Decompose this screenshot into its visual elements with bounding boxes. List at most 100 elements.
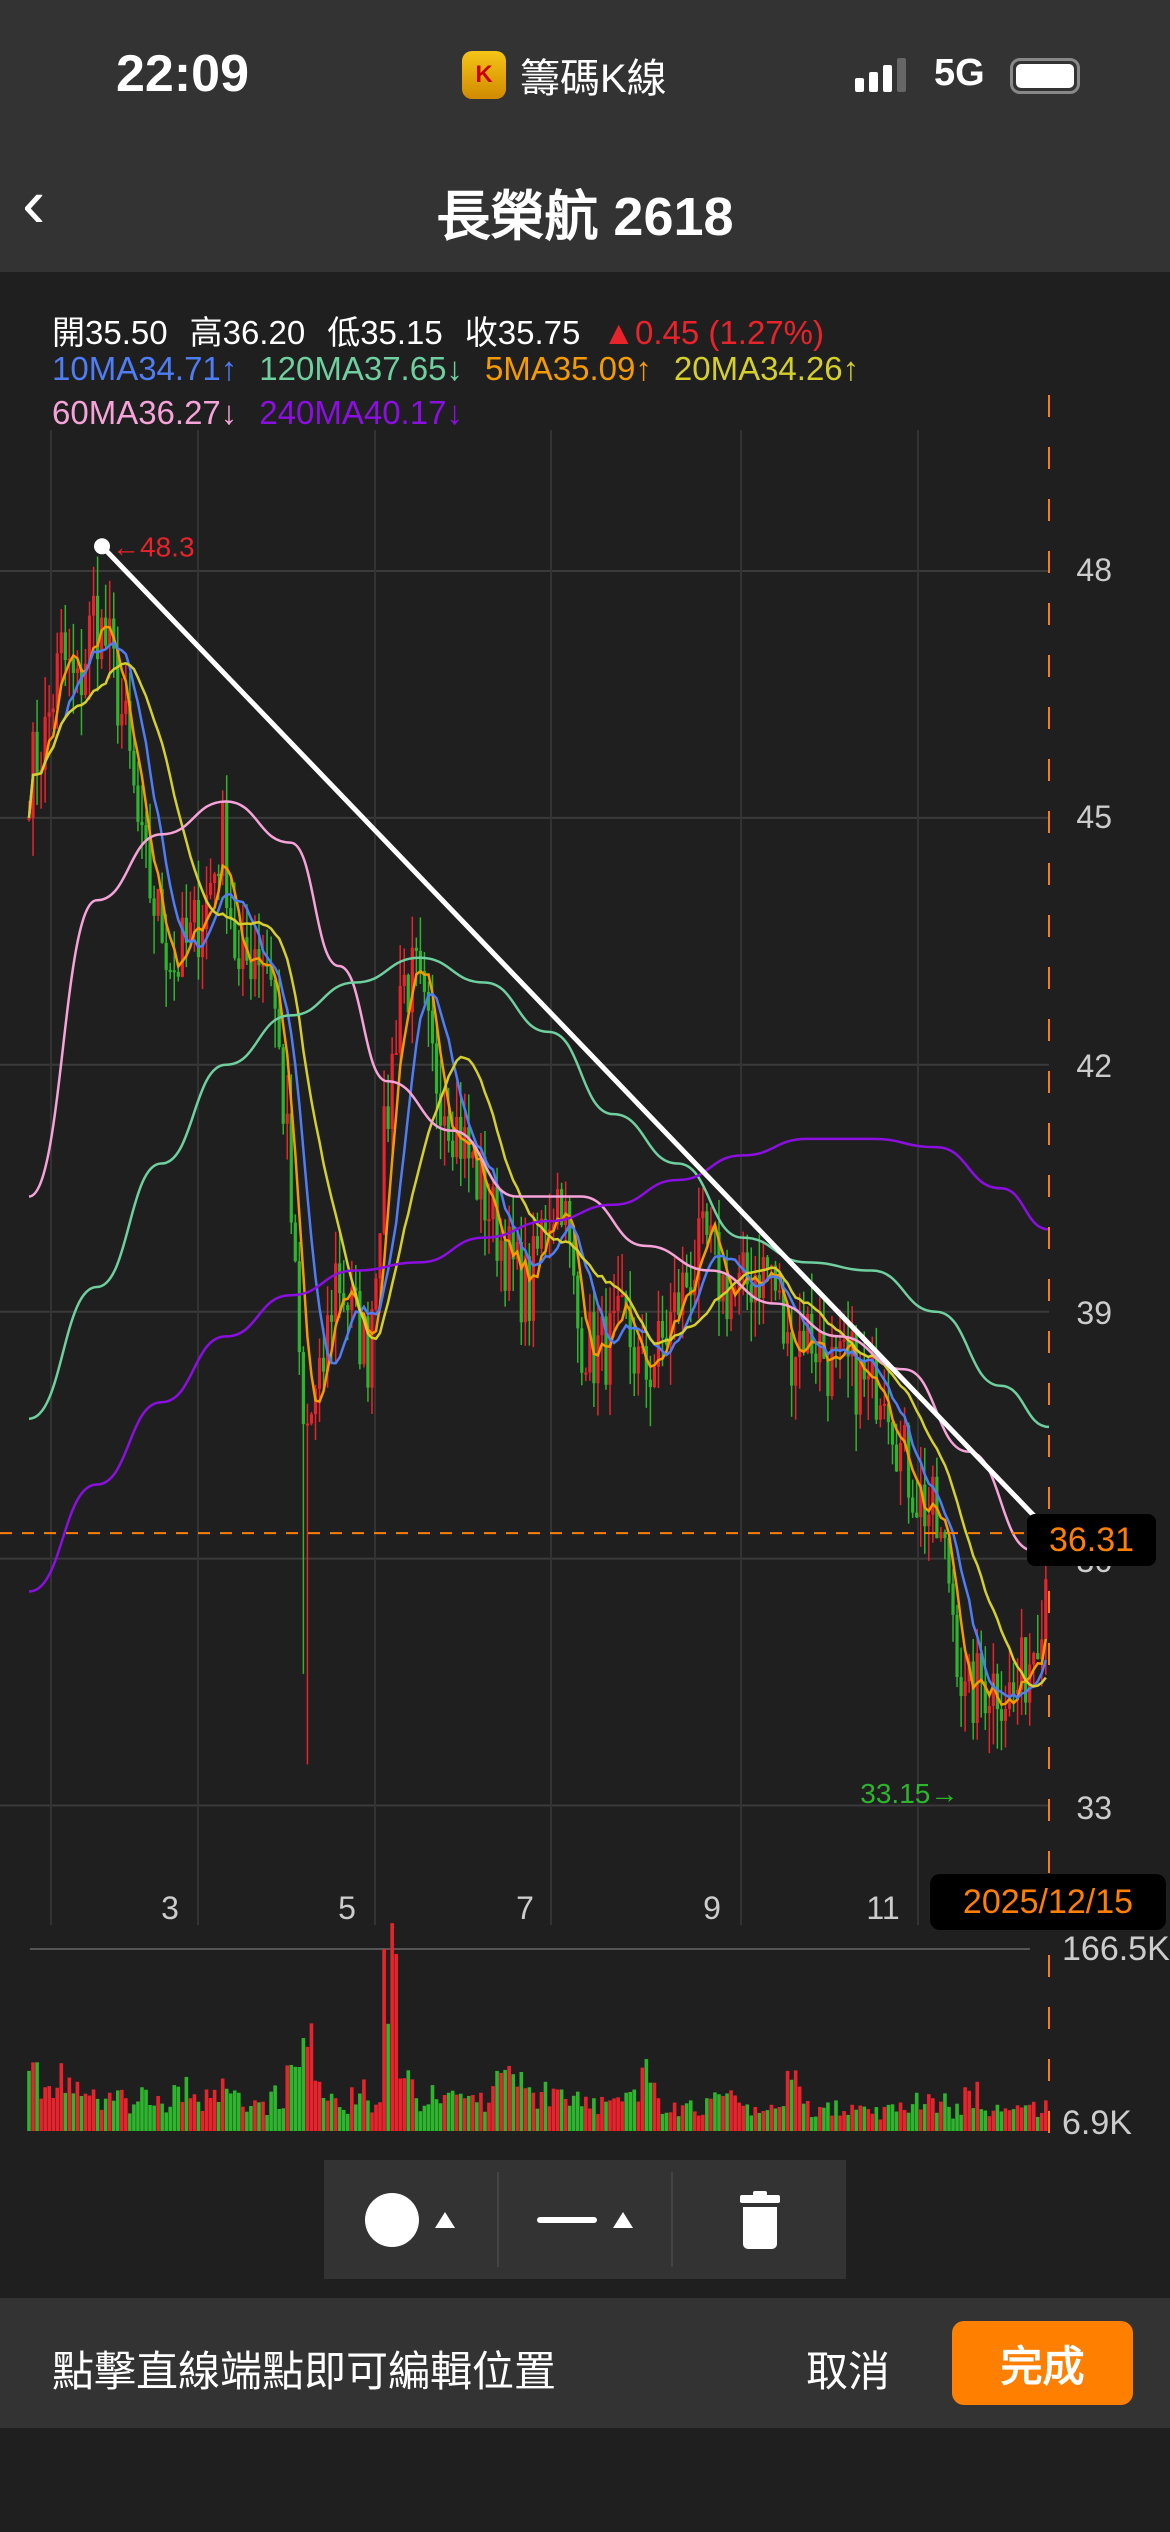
candle-body [959, 1677, 963, 1697]
candle-body [35, 731, 39, 774]
volume-bar [894, 2111, 899, 2131]
volume-bar [709, 2098, 713, 2131]
volume-bar [999, 2111, 1004, 2131]
candle-body [144, 825, 148, 840]
candle-body [620, 1294, 624, 1297]
volume-bar [616, 2097, 620, 2131]
volume-bar [918, 2109, 923, 2131]
x-tick: 11 [866, 1890, 900, 1926]
color-picker-button[interactable] [324, 2172, 499, 2267]
volume-bar [188, 2098, 193, 2131]
volume-bar [854, 2109, 858, 2131]
volume-bar [886, 2104, 891, 2131]
volume-bar [446, 2092, 451, 2131]
volume-bar [442, 2095, 447, 2131]
volume-bar [212, 2089, 217, 2131]
volume-bar [483, 2111, 487, 2131]
volume-bar [858, 2105, 863, 2131]
volume-bar [426, 2104, 431, 2131]
candle-body [971, 1661, 975, 1723]
volume-bar [1007, 2110, 1012, 2131]
candle-body [870, 1355, 874, 1376]
volume-bar [628, 2091, 633, 2131]
volume-bar [975, 2081, 980, 2131]
volume-bar [406, 2070, 411, 2131]
volume-min-label: 6.9K [1062, 2104, 1132, 2142]
cursor-date-label: 2025/12/15 [930, 1874, 1166, 1930]
candle-body [297, 1261, 301, 1353]
candle-body [951, 1583, 955, 1615]
volume-bar [592, 2098, 596, 2131]
volume-bar [196, 2101, 201, 2131]
volume-bar [511, 2074, 515, 2131]
volume-bar [773, 2108, 778, 2131]
candle-body [59, 632, 63, 654]
candle-body [217, 873, 221, 877]
volume-bar [563, 2098, 568, 2131]
candle-body [499, 1240, 503, 1261]
volume-bar [160, 2103, 164, 2131]
volume-bar [1015, 2105, 1020, 2131]
line-style-button[interactable] [499, 2172, 674, 2267]
candle-body [911, 1497, 915, 1513]
volume-bar [668, 2112, 673, 2131]
cancel-button[interactable]: 取消 [806, 2338, 890, 2399]
volume-bar [874, 2107, 879, 2131]
done-button[interactable]: 完成 [952, 2321, 1133, 2405]
volume-bar [378, 2102, 382, 2131]
candle-body [27, 817, 31, 820]
volume-bar [1003, 2108, 1008, 2131]
volume-bar [398, 2078, 403, 2131]
volume-bar [935, 2112, 939, 2131]
volume-bar [842, 2111, 846, 2131]
volume-bar [624, 2092, 628, 2131]
volume-bar [818, 2106, 822, 2131]
volume-bar [333, 2098, 338, 2131]
volume-bar [156, 2096, 160, 2131]
candle-body [281, 1047, 285, 1124]
candle-body [842, 1339, 846, 1342]
kline-chart[interactable]: ←48.3 33.15→ [0, 0, 1170, 2160]
volume-bar [882, 2106, 887, 2131]
candle-body [293, 1222, 297, 1262]
volume-bar [789, 2079, 794, 2131]
volume-bar [341, 2109, 346, 2131]
volume-bar [63, 2092, 68, 2131]
candle-body [503, 1240, 507, 1291]
volume-bar [289, 2064, 294, 2131]
volume-bar [257, 2102, 261, 2131]
volume-bar [39, 2098, 43, 2131]
volume-bar [608, 2100, 612, 2131]
candle-body [612, 1310, 616, 1314]
candle-body [124, 700, 128, 714]
candle-body [765, 1257, 770, 1269]
volume-bar [471, 2095, 475, 2131]
candle-body [152, 898, 156, 916]
candle-body [47, 712, 51, 717]
candle-body [1036, 1653, 1040, 1660]
volume-bar [713, 2092, 717, 2131]
volume-bar [180, 2102, 185, 2131]
volume-bar [103, 2098, 108, 2131]
price-tick: 33 [1076, 1790, 1112, 1826]
volume-bar [245, 2111, 249, 2131]
volume-bar [168, 2106, 173, 2131]
candle-body [487, 1219, 491, 1222]
candle-body [172, 970, 176, 973]
volume-bar [906, 2112, 911, 2131]
candle-body [237, 958, 241, 969]
candle-body [584, 1372, 588, 1375]
volume-bar [914, 2092, 919, 2131]
candle-body [346, 1305, 350, 1311]
delete-button[interactable] [673, 2172, 846, 2267]
price-tick: 45 [1076, 799, 1112, 835]
volume-bar [640, 2067, 645, 2131]
volume-bar [55, 2087, 60, 2131]
volume-bar [648, 2082, 653, 2131]
volume-bar [757, 2112, 762, 2131]
volume-bar [87, 2095, 92, 2131]
volume-bar [140, 2087, 144, 2131]
volume-bar [1031, 2101, 1036, 2131]
volume-bar [910, 2104, 915, 2131]
candle-body [987, 1705, 991, 1714]
